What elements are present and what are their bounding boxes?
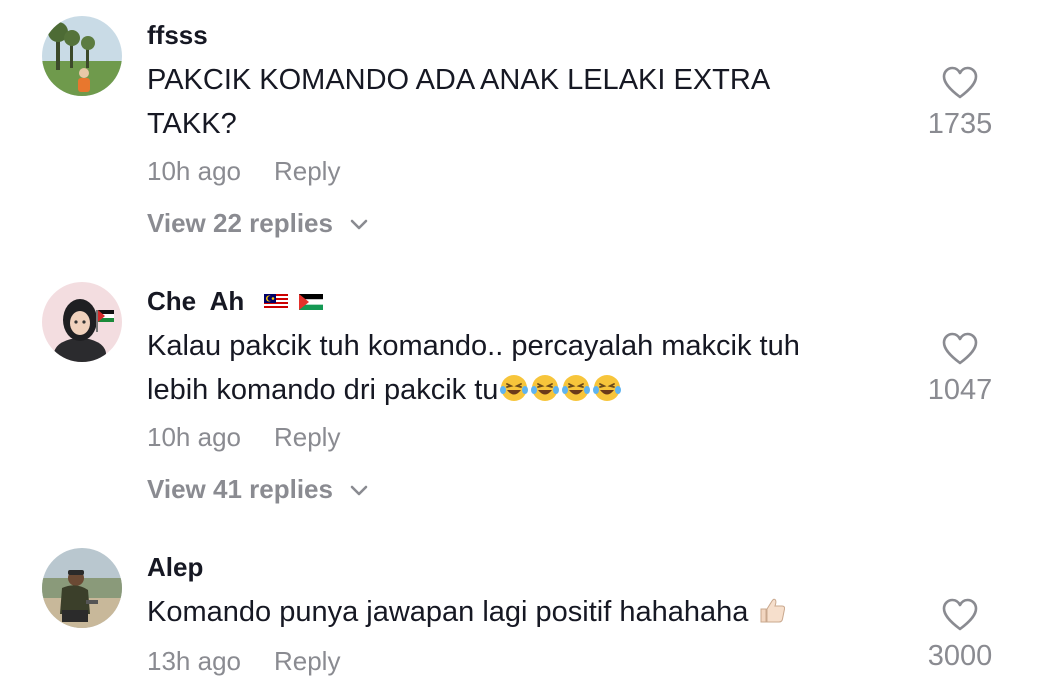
like-button[interactable]: 3000 <box>915 598 1005 673</box>
avatar[interactable] <box>42 548 122 628</box>
heart-icon <box>942 332 978 365</box>
like-button[interactable]: 1735 <box>915 66 1005 141</box>
like-count: 1735 <box>927 108 993 140</box>
view-replies-label: View 41 replies <box>147 474 333 504</box>
malaysia-flag-icon <box>263 293 288 310</box>
palestine-flag-icon <box>298 293 323 310</box>
comment-text: Kalau pakcik tuh komando.. percayalah ma… <box>147 324 887 412</box>
timestamp: 10h ago <box>147 422 241 452</box>
username[interactable]: Che Ah <box>147 286 327 319</box>
comment-meta: 10h ago Reply <box>147 156 340 187</box>
flag-emojis <box>263 285 327 316</box>
comment-text: Komando punya jawapan lagi positif hahah… <box>147 590 887 634</box>
reply-button[interactable]: Reply <box>274 646 340 676</box>
laughing-tears-emoji <box>593 375 622 402</box>
view-replies-button[interactable]: View 22 replies <box>147 208 368 239</box>
heart-icon <box>942 66 978 99</box>
username[interactable]: Alep <box>147 552 203 583</box>
comment-text-line: lebih komando dri pakcik tu <box>147 368 887 412</box>
comment-text-line: TAKK? <box>147 108 237 140</box>
comment-meta: 10h ago Reply <box>147 422 340 453</box>
username[interactable]: ffsss <box>147 20 208 51</box>
comment-text-line-content: Komando punya jawapan lagi positif hahah… <box>147 596 749 628</box>
reply-button[interactable]: Reply <box>274 156 340 186</box>
username-label: Che Ah <box>147 286 245 316</box>
comment-text-line: PAKCIK KOMANDO ADA ANAK LELAKI EXTRA <box>147 64 771 96</box>
chevron-down-icon <box>350 485 368 496</box>
laughing-tears-emoji <box>531 375 560 402</box>
view-replies-button[interactable]: View 41 replies <box>147 474 368 505</box>
like-count: 3000 <box>927 640 993 672</box>
thumbs-up-emoji <box>760 599 786 623</box>
timestamp: 13h ago <box>147 646 241 676</box>
comment-meta: 13h ago Reply <box>147 646 340 677</box>
timestamp: 10h ago <box>147 156 241 186</box>
comment-text-line: Komando punya jawapan lagi positif hahah… <box>147 590 887 634</box>
comment-text-line-content: lebih komando dri pakcik tu <box>147 374 499 406</box>
reply-button[interactable]: Reply <box>274 422 340 452</box>
comment-text: PAKCIK KOMANDO ADA ANAK LELAKI EXTRA TAK… <box>147 58 887 146</box>
like-count: 1047 <box>927 374 993 406</box>
view-replies-label: View 22 replies <box>147 208 333 238</box>
avatar[interactable] <box>42 282 122 362</box>
chevron-down-icon <box>350 219 368 230</box>
avatar[interactable] <box>42 16 122 96</box>
comment-text-line: Kalau pakcik tuh komando.. percayalah ma… <box>147 330 800 362</box>
laughing-tears-emoji <box>500 375 529 402</box>
heart-icon <box>942 598 978 631</box>
laughing-tears-emoji <box>562 375 591 402</box>
like-button[interactable]: 1047 <box>915 332 1005 407</box>
